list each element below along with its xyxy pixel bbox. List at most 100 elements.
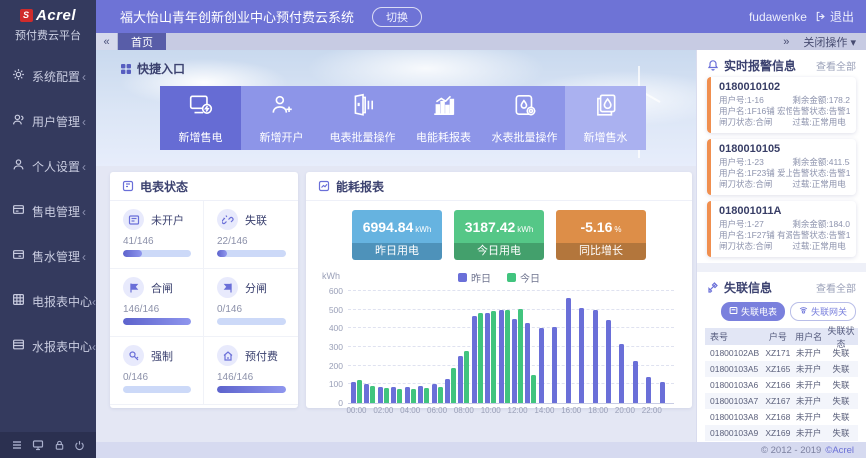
sidebar-item-4[interactable]: 售电管理‹: [0, 189, 96, 234]
stat-card-label: 昨日用电: [352, 243, 442, 260]
alarm-meter-no: 018001011A: [719, 205, 850, 217]
alarm-card[interactable]: 018001011A用户号:1-27剩余金额:184.03用户名:1F27铺 有…: [707, 201, 856, 257]
quick-button-label: 新增售水: [584, 129, 628, 145]
logout-button[interactable]: 退出: [815, 8, 854, 25]
footer-brand-link[interactable]: ©Acrel: [825, 445, 854, 456]
alarm-detail-row: 闸刀状态:合闸过载:正常用电: [719, 241, 850, 252]
sidebar-item-1[interactable]: 系统配置‹: [0, 54, 96, 99]
bar-昨日: [351, 382, 356, 403]
column-header: 失联状态: [824, 324, 858, 350]
legend-swatch: [507, 273, 516, 282]
table-row: 01800103A6XZ166未开户失联: [705, 377, 858, 393]
meter-status-label: 失联: [245, 212, 267, 228]
bar-group: [633, 292, 644, 403]
alarm-field: 用户号:1-27: [719, 219, 792, 230]
quick-button-2[interactable]: 新增开户: [241, 86, 322, 150]
sidebar-item-label: 个人设置: [32, 158, 82, 175]
quick-button-4[interactable]: 电能耗报表: [403, 86, 484, 150]
bar-昨日: [472, 316, 477, 403]
bar-昨日: [552, 327, 557, 403]
alarm-detail-row: 用户名:1F27铺 有源屋告警状态:告警1: [719, 230, 850, 241]
column-header: 户号: [762, 330, 793, 343]
sidebar-item-2[interactable]: 用户管理‹: [0, 99, 96, 144]
tab-bar: « 首页 » 关闭操作 ▾: [96, 33, 866, 50]
disconnect-view-all-link[interactable]: 查看全部: [816, 280, 856, 295]
bar-group: 12:00: [512, 292, 523, 403]
collapse-tabs-icon[interactable]: «: [96, 33, 118, 50]
bar-group: 04:00: [405, 292, 416, 403]
hero-banner: 快捷入口 新增售电新增开户电表批量操作电能耗报表水表批量操作新增售水: [96, 50, 696, 166]
table-cell: 未开户: [793, 379, 824, 391]
bar-今日: [505, 310, 510, 403]
sidebar-item-6[interactable]: 电报表中心‹: [0, 279, 96, 324]
y-tick-label: 600: [329, 286, 343, 296]
meter-status-value: 0/146: [217, 304, 286, 315]
table-cell: 01800102AB: [705, 348, 762, 358]
meter-status-cell: 预付费146/146: [204, 337, 298, 405]
power-icon[interactable]: [74, 440, 85, 451]
chevron-left-icon: ‹: [82, 115, 86, 129]
energy-report-icon: [431, 92, 457, 123]
logo-subtitle: 预付费云平台: [0, 27, 96, 43]
progress-bar: [217, 386, 286, 393]
alarm-detail-row: 闸刀状态:合闸过载:正常用电: [719, 117, 850, 128]
top-header: 福大怡山青年创新创业中心预付费云系统 切换 fudawenke 退出: [96, 0, 866, 33]
bar-昨日: [512, 319, 517, 403]
meter-status-value: 41/146: [123, 236, 191, 247]
sidebar-item-3[interactable]: 个人设置‹: [0, 144, 96, 189]
x-tick-label: 06:00: [427, 406, 447, 415]
quick-button-3[interactable]: 电表批量操作: [322, 86, 403, 150]
tab-home[interactable]: 首页: [118, 33, 166, 50]
sidebar-item-label: 水报表中心: [32, 338, 92, 355]
main-content: 快捷入口 新增售电新增开户电表批量操作电能耗报表水表批量操作新增售水 电表状态 …: [96, 50, 696, 442]
alarm-field: 过载:正常用电: [792, 179, 850, 190]
bar-group: 18:00: [593, 292, 604, 403]
stat-card-value: 3187.42: [465, 219, 516, 235]
bar-groups: 00:0002:0004:0006:0008:0010:0012:0014:00…: [348, 292, 674, 403]
stat-card-label: 今日用电: [454, 243, 544, 260]
meter-status-value: 146/146: [123, 304, 191, 315]
quick-button-5[interactable]: 水表批量操作: [484, 86, 565, 150]
table-cell: 失联: [824, 411, 858, 423]
switch-button[interactable]: 切换: [372, 7, 422, 27]
disconnect-tab-1[interactable]: 失联电表: [721, 302, 785, 321]
meter-status-label: 分闸: [245, 280, 267, 296]
bar-group: 00:00: [351, 292, 362, 403]
bar-昨日: [646, 377, 651, 403]
sidebar-nav: 系统配置‹用户管理‹个人设置‹售电管理‹售水管理‹电报表中心‹水报表中心‹: [0, 54, 96, 369]
switch-on-icon: [123, 277, 144, 298]
column-header: 表号: [705, 330, 762, 343]
quick-button-6[interactable]: 新增售水: [565, 86, 646, 150]
menu-icon[interactable]: [11, 439, 23, 451]
lock-icon[interactable]: [54, 440, 65, 451]
gridline: [348, 290, 674, 291]
sidebar-item-7[interactable]: 水报表中心‹: [0, 324, 96, 369]
username[interactable]: fudawenke: [749, 10, 807, 24]
progress-bar: [217, 250, 286, 257]
close-operations-dropdown[interactable]: 关闭操作 ▾: [803, 34, 856, 50]
alarm-field: 告警状态:告警1: [792, 230, 850, 241]
monitor-icon[interactable]: [32, 439, 44, 451]
alarms-view-all-link[interactable]: 查看全部: [816, 58, 856, 73]
chevron-left-icon: ‹: [82, 250, 86, 264]
legend-item-今日[interactable]: 今日: [507, 270, 540, 284]
quick-button-1[interactable]: 新增售电: [160, 86, 241, 150]
alarm-card[interactable]: 0180010105用户号:1-23剩余金额:411.58用户名:1F23铺 爱…: [707, 139, 856, 195]
expand-tabs-icon[interactable]: »: [783, 36, 789, 48]
disconnect-tab-2[interactable]: 失联网关: [790, 302, 856, 321]
sidebar-item-5[interactable]: 售水管理‹: [0, 234, 96, 279]
alarm-card[interactable]: 0180010102用户号:1-16剩余金额:178.22用户名:1F16铺 宏…: [707, 77, 856, 133]
alarm-field: 剩余金额:178.22: [792, 95, 850, 106]
legend-item-昨日[interactable]: 昨日: [458, 270, 491, 284]
table-row: 01800102ABXZ171未开户失联: [705, 345, 858, 361]
energy-report-panel: 能耗报表 6994.84kWh昨日用电3187.42kWh今日用电-5.16%同…: [306, 172, 692, 408]
stat-card-label: 同比增长: [556, 243, 646, 260]
alarm-detail-row: 用户名:1F23铺 爱上我的餐馆告警状态:告警1: [719, 168, 850, 179]
bar-group: [660, 292, 671, 403]
chevron-left-icon: ‹: [82, 160, 86, 174]
sidebar-item-label: 电报表中心: [32, 293, 92, 310]
y-tick-label: 100: [329, 379, 343, 389]
meter-status-cell: 强制0/146: [110, 337, 204, 405]
x-tick-label: 22:00: [642, 406, 662, 415]
sidebar-bottom-bar: [0, 432, 96, 458]
